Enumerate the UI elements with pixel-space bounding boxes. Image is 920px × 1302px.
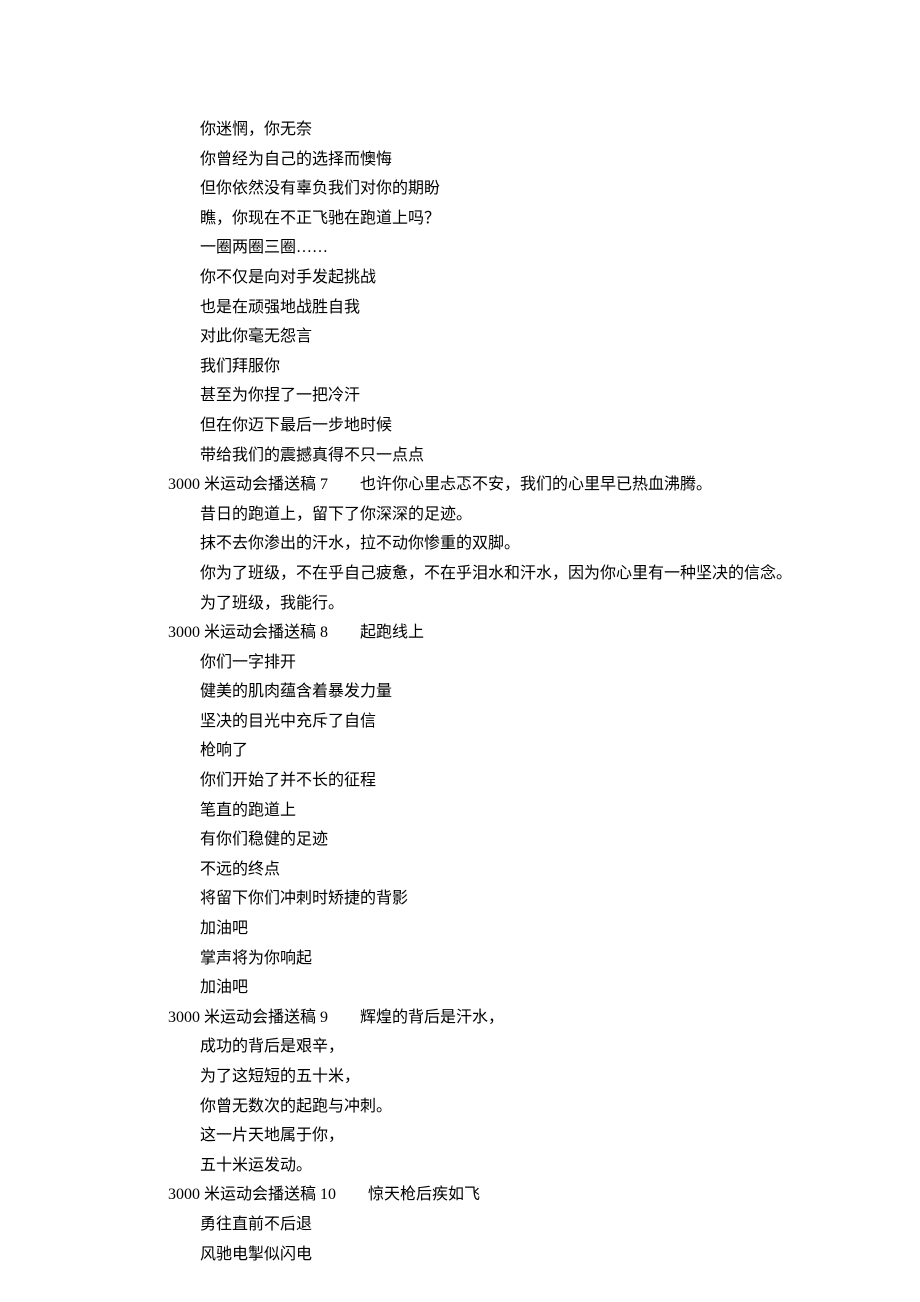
- section-8: 3000 米运动会播送稿 8 起跑线上 你们一字排开 健美的肌肉蕴含着暴发力量 …: [168, 618, 792, 1003]
- text-line: 带给我们的震撼真得不只一点点: [168, 441, 792, 471]
- heading-gap: [328, 1003, 360, 1033]
- text-line: 有你们稳健的足迹: [168, 825, 792, 855]
- document-page: 你迷惘，你无奈 你曾经为自己的选择而懊悔 但你依然没有辜负我们对你的期盼 瞧，你…: [168, 115, 792, 1269]
- section-heading: 3000 米运动会播送稿 10 惊天枪后疾如飞: [168, 1180, 792, 1210]
- text-line: 枪响了: [168, 736, 792, 766]
- heading-gap: [336, 1180, 368, 1210]
- text-line: 加油吧: [168, 973, 792, 1003]
- text-line: 甚至为你捏了一把冷汗: [168, 381, 792, 411]
- text-line: 但在你迈下最后一步地时候: [168, 411, 792, 441]
- text-line: 你曾经为自己的选择而懊悔: [168, 145, 792, 175]
- text-line: 为了班级，我能行。: [168, 589, 792, 619]
- text-line: 你们一字排开: [168, 648, 792, 678]
- section-heading: 3000 米运动会播送稿 8 起跑线上: [168, 618, 792, 648]
- heading-label: 3000 米运动会播送稿 10: [168, 1180, 336, 1210]
- text-line: 加油吧: [168, 914, 792, 944]
- text-line: 这一片天地属于你，: [168, 1121, 792, 1151]
- text-line: 风驰电掣似闪电: [168, 1240, 792, 1270]
- text-line: 你为了班级，不在乎自己疲惫，不在乎泪水和汗水，因为你心里有一种坚决的信念。: [168, 559, 792, 589]
- text-line: 五十米运发动。: [168, 1151, 792, 1181]
- heading-gap: [328, 470, 360, 500]
- heading-lead: 辉煌的背后是汗水，: [360, 1003, 504, 1033]
- section-9: 3000 米运动会播送稿 9 辉煌的背后是汗水， 成功的背后是艰辛， 为了这短短…: [168, 1003, 792, 1181]
- section-10: 3000 米运动会播送稿 10 惊天枪后疾如飞 勇往直前不后退 风驰电掣似闪电: [168, 1180, 792, 1269]
- block-a: 你迷惘，你无奈 你曾经为自己的选择而懊悔 但你依然没有辜负我们对你的期盼 瞧，你…: [168, 115, 792, 470]
- text-line: 你不仅是向对手发起挑战: [168, 263, 792, 293]
- heading-lead: 起跑线上: [360, 618, 424, 648]
- text-line: 我们拜服你: [168, 352, 792, 382]
- heading-gap: [328, 618, 360, 648]
- heading-lead: 惊天枪后疾如飞: [368, 1180, 480, 1210]
- section-heading: 3000 米运动会播送稿 7 也许你心里忐忑不安，我们的心里早已热血沸腾。: [168, 470, 792, 500]
- text-line: 瞧，你现在不正飞驰在跑道上吗？: [168, 204, 792, 234]
- text-line: 笔直的跑道上: [168, 796, 792, 826]
- text-line: 坚决的目光中充斥了自信: [168, 707, 792, 737]
- text-line: 抹不去你渗出的汗水，拉不动你惨重的双脚。: [168, 529, 792, 559]
- heading-lead: 也许你心里忐忑不安，我们的心里早已热血沸腾。: [360, 470, 712, 500]
- text-line: 也是在顽强地战胜自我: [168, 293, 792, 323]
- text-line: 对此你毫无怨言: [168, 322, 792, 352]
- text-line: 不远的终点: [168, 855, 792, 885]
- text-line: 勇往直前不后退: [168, 1210, 792, 1240]
- text-line: 成功的背后是艰辛，: [168, 1032, 792, 1062]
- heading-label: 3000 米运动会播送稿 8: [168, 618, 328, 648]
- text-line: 你们开始了并不长的征程: [168, 766, 792, 796]
- text-line: 昔日的跑道上，留下了你深深的足迹。: [168, 500, 792, 530]
- section-7: 3000 米运动会播送稿 7 也许你心里忐忑不安，我们的心里早已热血沸腾。 昔日…: [168, 470, 792, 618]
- text-line: 你迷惘，你无奈: [168, 115, 792, 145]
- section-heading: 3000 米运动会播送稿 9 辉煌的背后是汗水，: [168, 1003, 792, 1033]
- text-line: 你曾无数次的起跑与冲刺。: [168, 1092, 792, 1122]
- text-line: 将留下你们冲刺时矫捷的背影: [168, 884, 792, 914]
- text-line: 一圈两圈三圈……: [168, 233, 792, 263]
- heading-label: 3000 米运动会播送稿 9: [168, 1003, 328, 1033]
- heading-label: 3000 米运动会播送稿 7: [168, 470, 328, 500]
- text-line: 健美的肌肉蕴含着暴发力量: [168, 677, 792, 707]
- text-line: 但你依然没有辜负我们对你的期盼: [168, 174, 792, 204]
- text-line: 为了这短短的五十米，: [168, 1062, 792, 1092]
- text-line: 掌声将为你响起: [168, 944, 792, 974]
